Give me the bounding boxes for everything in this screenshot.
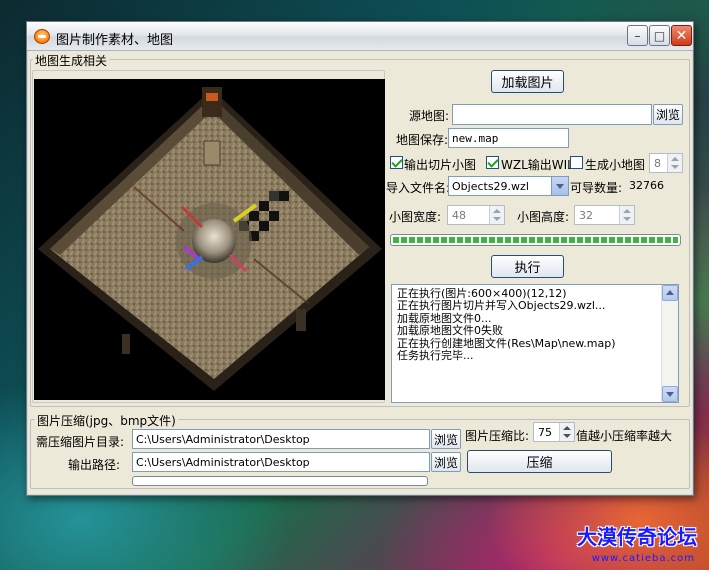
spin-down-icon[interactable] xyxy=(563,434,571,438)
output-slices-checkbox[interactable] xyxy=(390,156,403,169)
map-preview-image xyxy=(34,79,385,400)
map-save-input[interactable]: new.map xyxy=(448,128,569,148)
tile-height-value: 32 xyxy=(579,209,593,222)
import-filename-select[interactable]: Objects29.wzl xyxy=(448,176,569,196)
gen-minimap-label: 生成小地图 xyxy=(585,158,646,172)
compress-button[interactable]: 压缩 xyxy=(467,450,612,473)
spin-down-icon[interactable] xyxy=(493,217,501,221)
spin-up-icon[interactable] xyxy=(493,209,501,213)
output-path-label: 输出路径: xyxy=(68,458,121,472)
forum-watermark-url: www.catieba.com xyxy=(591,553,695,564)
map-tower xyxy=(202,87,222,117)
spin-up-icon[interactable] xyxy=(563,426,571,430)
spin-down-icon[interactable] xyxy=(671,165,679,169)
map-render xyxy=(38,87,382,391)
title-bar[interactable]: 图片制作素材、地图 – □ ✕ xyxy=(27,22,693,51)
source-map-input[interactable] xyxy=(452,104,652,125)
tile-width-spinner[interactable]: 48 xyxy=(447,205,505,225)
log-lines: 正在执行(图片:600×400)(12,12) 正在执行图片切片并写入Object… xyxy=(397,287,658,363)
spin-down-icon[interactable] xyxy=(623,217,631,221)
compress-ratio-value: 75 xyxy=(538,426,552,439)
maximize-icon: □ xyxy=(653,28,666,43)
maximize-button[interactable]: □ xyxy=(649,25,670,46)
source-map-label: 源地图: xyxy=(409,109,450,123)
minimap-scale-spinner[interactable]: 8 xyxy=(649,153,683,173)
scroll-up-icon[interactable] xyxy=(662,285,678,301)
import-filename-value: Objects29.wzl xyxy=(452,180,529,193)
minimize-button[interactable]: – xyxy=(627,25,648,46)
spin-up-icon[interactable] xyxy=(623,209,631,213)
map-generation-legend: 地图生成相关 xyxy=(33,52,110,69)
importable-count-label: 可导数量: xyxy=(570,181,623,195)
source-dir-label: 需压缩图片目录: xyxy=(36,435,125,449)
compress-ratio-spinner[interactable]: 75 xyxy=(533,422,575,442)
compress-ratio-hint: 值越小压缩率越大 xyxy=(576,429,673,443)
map-stairs xyxy=(203,140,221,166)
tile-width-value: 48 xyxy=(452,209,466,222)
compress-ratio-label: 图片压缩比: xyxy=(465,429,530,443)
source-map-browse-button[interactable]: 浏览 xyxy=(653,104,683,125)
forum-watermark: 大漠传奇论坛 xyxy=(577,525,697,549)
log-output[interactable]: 正在执行(图片:600×400)(12,12) 正在执行图片切片并写入Object… xyxy=(391,284,679,403)
map-progress-bar xyxy=(390,234,681,246)
map-pillar-right xyxy=(296,309,306,331)
execute-button[interactable]: 执行 xyxy=(491,255,564,278)
log-line: 正在执行图片切片并写入Objects29.wzl... xyxy=(397,299,606,313)
app-icon xyxy=(34,29,50,44)
chevron-down-icon[interactable] xyxy=(551,177,568,195)
map-tower-light xyxy=(206,93,218,101)
main-window: 图片制作素材、地图 – □ ✕ 地图生成相关 加载图片 源地图: 浏览 地图保存… xyxy=(26,21,694,496)
source-dir-browse-button[interactable]: 浏览 xyxy=(431,429,461,449)
log-line: 加载原地图文件0失败 xyxy=(397,324,503,338)
tile-width-label: 小图宽度: xyxy=(389,210,442,224)
output-path-browse-button[interactable]: 浏览 xyxy=(431,452,461,472)
compress-progress-bar xyxy=(132,476,428,486)
output-path-input[interactable]: C:\Users\Administrator\Desktop xyxy=(132,452,430,472)
map-progress-fill xyxy=(393,237,678,243)
wzl-output-label: WZL输出WIL xyxy=(501,158,574,172)
gen-minimap-checkbox[interactable] xyxy=(570,156,583,169)
importable-count-value: 32766 xyxy=(629,179,664,192)
close-icon: ✕ xyxy=(675,27,688,44)
wzl-output-checkbox[interactable] xyxy=(486,156,499,169)
close-button[interactable]: ✕ xyxy=(671,25,692,46)
window-title: 图片制作素材、地图 xyxy=(56,33,174,48)
map-pillar-left xyxy=(122,334,130,354)
import-filename-label: 导入文件名: xyxy=(386,181,451,195)
tile-height-label: 小图高度: xyxy=(517,210,570,224)
minimize-icon: – xyxy=(634,28,641,43)
log-scrollbar[interactable] xyxy=(661,285,678,402)
source-dir-input[interactable]: C:\Users\Administrator\Desktop xyxy=(132,429,430,449)
minimap-scale-value: 8 xyxy=(654,157,661,170)
compression-legend: 图片压缩(jpg、bmp文件) xyxy=(35,412,178,429)
scroll-down-icon[interactable] xyxy=(662,386,678,402)
load-image-button[interactable]: 加载图片 xyxy=(491,70,564,93)
spin-up-icon[interactable] xyxy=(671,157,679,161)
map-save-label: 地图保存: xyxy=(396,133,449,147)
output-slices-label: 输出切片小图 xyxy=(404,158,477,172)
log-line: 任务执行完毕... xyxy=(397,349,474,363)
tile-height-spinner[interactable]: 32 xyxy=(574,205,635,225)
